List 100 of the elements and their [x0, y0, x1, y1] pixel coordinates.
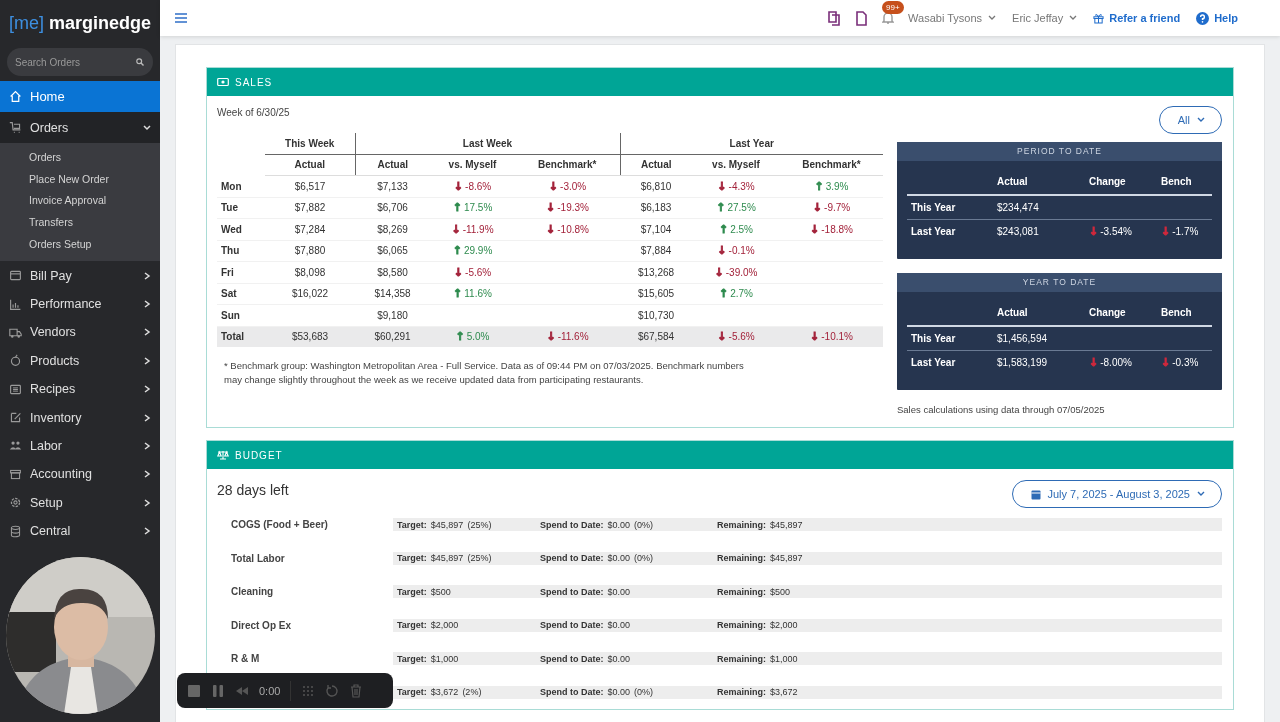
- sidebar-item[interactable]: Labor: [0, 431, 160, 461]
- change-value: -1.7%: [1172, 226, 1199, 237]
- card-icon: [9, 269, 22, 283]
- stop-icon[interactable]: [187, 683, 201, 698]
- chevron-icon: [143, 441, 151, 450]
- change-value: -11.6%: [557, 331, 589, 343]
- arrow-icon: ↓: [812, 202, 823, 214]
- submenu-item[interactable]: Place New Order: [0, 168, 160, 191]
- chevron-icon: [143, 300, 151, 308]
- filter-dropdown[interactable]: All: [1158, 106, 1222, 134]
- sidebar-item[interactable]: Performance: [0, 289, 160, 319]
- budget-category: COGS (Food + Beer): [231, 519, 328, 531]
- budget-category: Cleaning: [231, 586, 274, 598]
- chevron-icon: [1069, 15, 1078, 21]
- sidebar-item[interactable]: Recipes: [0, 375, 160, 404]
- help-link[interactable]: Help: [1196, 11, 1238, 25]
- change-value: -3.0%: [560, 180, 587, 192]
- remaining-value: $3,672: [770, 687, 798, 698]
- arrow-icon: ↑: [814, 180, 824, 192]
- spend-value: $0.00: [607, 586, 631, 597]
- search-field[interactable]: Search Orders: [7, 48, 153, 76]
- table-cell: $10,730: [637, 309, 675, 321]
- arrow-icon: ↑: [716, 202, 726, 214]
- sidebar-item[interactable]: Vendors: [0, 318, 160, 347]
- arrow-icon: ↓: [546, 202, 556, 214]
- user-dropdown[interactable]: Eric Jeffay: [1012, 12, 1078, 24]
- target-percent: (25%): [467, 519, 492, 530]
- chevron-icon: [143, 271, 151, 280]
- date-range-picker[interactable]: July 7, 2025 - August 3, 2025: [1011, 480, 1222, 508]
- row-label: Sat: [221, 288, 237, 300]
- field-label: Spend to Date:: [540, 586, 604, 597]
- table-cell: $7,884: [640, 245, 672, 257]
- copy-icon[interactable]: [828, 10, 842, 26]
- table-cell: $243,081: [997, 226, 1039, 237]
- document-icon[interactable]: [855, 10, 869, 26]
- column-group-header: This Week: [285, 137, 335, 149]
- arrow-icon: ↑: [719, 223, 729, 235]
- submenu-item[interactable]: Orders Setup: [0, 233, 160, 256]
- spend-value: $0.00: [607, 620, 631, 631]
- change-value: -18.8%: [821, 223, 853, 235]
- table-cell: $1,583,199: [997, 357, 1048, 368]
- arrow-icon: ↓: [546, 223, 556, 235]
- menu-icon[interactable]: [174, 12, 188, 24]
- chevron-icon: [143, 470, 151, 479]
- change-value: 2.5%: [730, 223, 753, 235]
- table-cell: $7,284: [294, 223, 326, 235]
- field-label: Spend to Date:: [540, 553, 604, 564]
- spend-value: $0.00: [607, 519, 631, 530]
- spend-value: $0.00: [607, 553, 631, 564]
- grid-icon[interactable]: [301, 683, 316, 698]
- column-header: Actual: [377, 159, 409, 171]
- trash-icon[interactable]: [349, 683, 364, 698]
- table-cell: $7,880: [294, 245, 326, 257]
- sidebar-item[interactable]: Central: [0, 516, 160, 546]
- row-label: Fri: [221, 266, 234, 278]
- arrow-icon: ↓: [714, 266, 724, 278]
- change-value: -11.9%: [462, 223, 494, 235]
- column-header: Actual: [997, 307, 1028, 318]
- table-cell: $1,456,594: [997, 333, 1048, 344]
- sidebar-item[interactable]: Orders: [0, 112, 160, 143]
- change-value: -8.6%: [465, 180, 492, 192]
- help-icon: [1196, 11, 1210, 25]
- submenu-item[interactable]: Invoice Approval: [0, 190, 160, 213]
- sidebar-item[interactable]: Products: [0, 346, 160, 375]
- arrow-icon: ↓: [717, 245, 727, 257]
- chevron-icon: [143, 413, 151, 422]
- column-header: Change: [1089, 176, 1126, 187]
- people-icon: [9, 439, 22, 453]
- submenu-item[interactable]: Transfers: [0, 212, 160, 234]
- archive-icon: [9, 467, 22, 481]
- target-value: $1,000: [430, 653, 459, 664]
- sidebar-item[interactable]: Setup: [0, 488, 160, 517]
- row-label: Thu: [221, 245, 240, 257]
- field-label: Target:: [397, 553, 427, 564]
- change-value: -5.6%: [465, 266, 492, 278]
- table-cell: $7,104: [640, 223, 672, 235]
- table-cell: $8,269: [377, 223, 408, 235]
- field-label: Spend to Date:: [540, 687, 604, 698]
- target-value: $3,672: [430, 687, 459, 698]
- refer-link[interactable]: Refer a friend: [1093, 12, 1181, 24]
- table-cell: $16,022: [291, 288, 329, 300]
- sidebar-item[interactable]: Inventory: [0, 403, 160, 432]
- column-group-header: Last Week: [462, 137, 513, 149]
- column-header: vs. Myself: [712, 159, 760, 171]
- row-label: This Year: [911, 333, 956, 344]
- chevron-icon: [143, 123, 151, 132]
- remaining-value: $2,000: [770, 620, 798, 631]
- submenu-item[interactable]: Orders: [0, 147, 160, 169]
- field-label: Target:: [397, 586, 427, 597]
- sidebar-item[interactable]: Bill Pay: [0, 261, 160, 290]
- column-header: vs. Myself: [448, 159, 497, 171]
- location-dropdown[interactable]: Wasabi Tysons: [908, 12, 997, 24]
- column-group-header: Last Year: [729, 137, 774, 149]
- restart-icon[interactable]: [325, 683, 340, 698]
- sidebar-item[interactable]: Home: [0, 81, 160, 112]
- field-label: Remaining:: [717, 586, 766, 597]
- table-cell: $6,517: [294, 180, 326, 192]
- pause-icon[interactable]: [211, 683, 225, 698]
- sidebar-item[interactable]: Accounting: [0, 460, 160, 489]
- change-value: -3.54%: [1100, 226, 1132, 237]
